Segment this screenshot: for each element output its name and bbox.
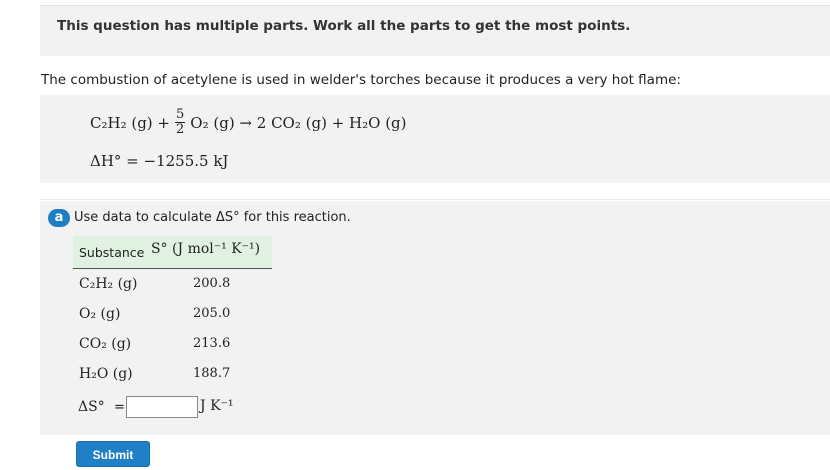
equals-sign: =: [114, 400, 125, 415]
table-row: CO₂ (g) 213.6: [73, 329, 272, 359]
entropy-cell: 188.7: [193, 366, 231, 381]
substance-cell: C₂H₂ (g): [79, 276, 138, 292]
delta-s-label: ΔS°: [78, 399, 105, 415]
part-a-panel: a Use data to calculate ΔS° for this rea…: [40, 201, 830, 435]
banner-text: This question has multiple parts. Work a…: [57, 18, 631, 34]
reactant-2-products: O₂ (g) → 2 CO₂ (g) + H₂O (g): [190, 113, 407, 132]
header-substance: Substance: [79, 245, 145, 260]
entropy-cell: 213.6: [193, 336, 231, 351]
substance-cell: CO₂ (g): [79, 336, 132, 352]
delta-s-unit: J K⁻¹: [200, 398, 234, 414]
problem-intro: The combustion of acetylene is used in w…: [41, 72, 681, 88]
instructions-banner: This question has multiple parts. Work a…: [40, 5, 830, 56]
entropy-cell: 205.0: [193, 306, 231, 321]
entropy-cell: 200.8: [193, 276, 231, 291]
divider: [40, 199, 830, 200]
enthalpy-value: ΔH° = −1255.5 kJ: [90, 152, 229, 170]
part-a-prompt: Use data to calculate ΔS° for this react…: [74, 210, 351, 225]
table-row: C₂H₂ (g) 200.8: [73, 269, 272, 299]
entropy-table: Substance S° (J mol⁻¹ K⁻¹) C₂H₂ (g) 200.…: [73, 236, 272, 389]
substance-cell: O₂ (g): [79, 306, 121, 322]
delta-s-input[interactable]: [126, 396, 198, 418]
equation-box: C₂H₂ (g) + 5 2 O₂ (g) → 2 CO₂ (g) + H₂O …: [40, 95, 830, 183]
stoich-fraction: 5 2: [175, 107, 186, 137]
submit-button[interactable]: Submit: [76, 441, 150, 467]
table-header: Substance S° (J mol⁻¹ K⁻¹): [73, 236, 272, 269]
table-row: H₂O (g) 188.7: [73, 359, 272, 389]
fraction-numerator: 5: [175, 107, 186, 123]
fraction-denominator: 2: [176, 122, 185, 137]
reaction-equation: C₂H₂ (g) + 5 2 O₂ (g) → 2 CO₂ (g) + H₂O …: [90, 108, 407, 137]
substance-cell: H₂O (g): [79, 366, 133, 382]
header-entropy: S° (J mol⁻¹ K⁻¹): [151, 241, 261, 257]
part-a-badge: a: [48, 209, 70, 227]
reactant-1: C₂H₂ (g) +: [90, 113, 170, 132]
table-row: O₂ (g) 205.0: [73, 299, 272, 329]
